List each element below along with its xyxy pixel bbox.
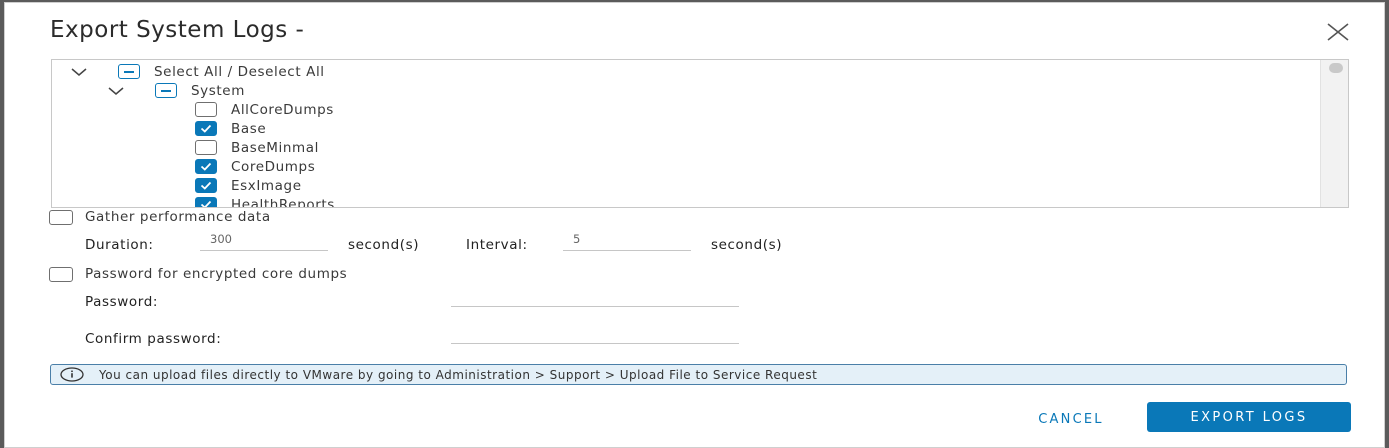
gather-performance-checkbox[interactable] [49, 209, 73, 225]
info-icon [59, 367, 85, 382]
password-input[interactable] [451, 287, 739, 307]
tree-item-checkbox[interactable] [195, 159, 217, 174]
encrypted-password-row: Password for encrypted core dumps [49, 264, 347, 284]
encrypted-password-label[interactable]: Password for encrypted core dumps [85, 266, 347, 282]
encrypted-password-checkbox[interactable] [49, 266, 73, 282]
select-all-label[interactable]: Select All / Deselect All [154, 64, 325, 80]
tree-item-label[interactable]: Base [231, 121, 266, 137]
gather-performance-label[interactable]: Gather performance data [85, 209, 271, 225]
tree-item-row: EsxImage [195, 176, 302, 195]
interval-unit: second(s) [711, 237, 783, 253]
tree-item-label[interactable]: BaseMinmal [231, 140, 319, 156]
tree-item-row: CoreDumps [195, 157, 315, 176]
tree-row-select-all: Select All / Deselect All [70, 62, 325, 81]
tree-item-checkbox[interactable] [195, 102, 217, 117]
export-logs-button[interactable]: EXPORT LOGS [1147, 402, 1351, 432]
select-all-checkbox[interactable] [118, 64, 140, 79]
tree-row-system: System [107, 81, 245, 100]
interval-input[interactable] [563, 231, 691, 251]
confirm-password-input[interactable] [451, 324, 739, 344]
password-label: Password: [85, 294, 159, 310]
dialog-title: Export System Logs - [50, 17, 305, 43]
export-logs-dialog: Export System Logs - Select All / Desele… [4, 2, 1385, 448]
chevron-down-icon[interactable] [70, 66, 88, 78]
tree-item-row: BaseMinmal [195, 138, 319, 157]
chevron-down-icon[interactable] [107, 85, 125, 97]
duration-label: Duration: [85, 237, 154, 253]
tree-item-checkbox[interactable] [195, 140, 217, 155]
cancel-button[interactable]: CANCEL [1015, 405, 1127, 433]
tree-item-label[interactable]: CoreDumps [231, 159, 315, 175]
interval-label: Interval: [466, 237, 528, 253]
tree-item-label[interactable]: EsxImage [231, 178, 302, 194]
tree-item-checkbox[interactable] [195, 121, 217, 136]
log-bundle-tree: Select All / Deselect All System AllCore… [51, 59, 1349, 208]
tree-item-row: Base [195, 119, 266, 138]
tree-scrollbar[interactable] [1320, 60, 1348, 207]
confirm-password-label: Confirm password: [85, 331, 222, 347]
tree-item-checkbox[interactable] [195, 178, 217, 193]
system-checkbox[interactable] [155, 83, 177, 98]
gather-performance-row: Gather performance data [49, 207, 271, 227]
info-text: You can upload files directly to VMware … [99, 367, 818, 382]
info-banner: You can upload files directly to VMware … [50, 364, 1347, 385]
tree-item-label[interactable]: AllCoreDumps [231, 102, 334, 118]
tree-item-row: AllCoreDumps [195, 100, 334, 119]
scrollbar-thumb[interactable] [1329, 63, 1343, 73]
close-icon[interactable] [1325, 21, 1351, 43]
duration-unit: second(s) [348, 237, 420, 253]
duration-input[interactable] [200, 231, 328, 251]
system-label[interactable]: System [191, 83, 245, 99]
